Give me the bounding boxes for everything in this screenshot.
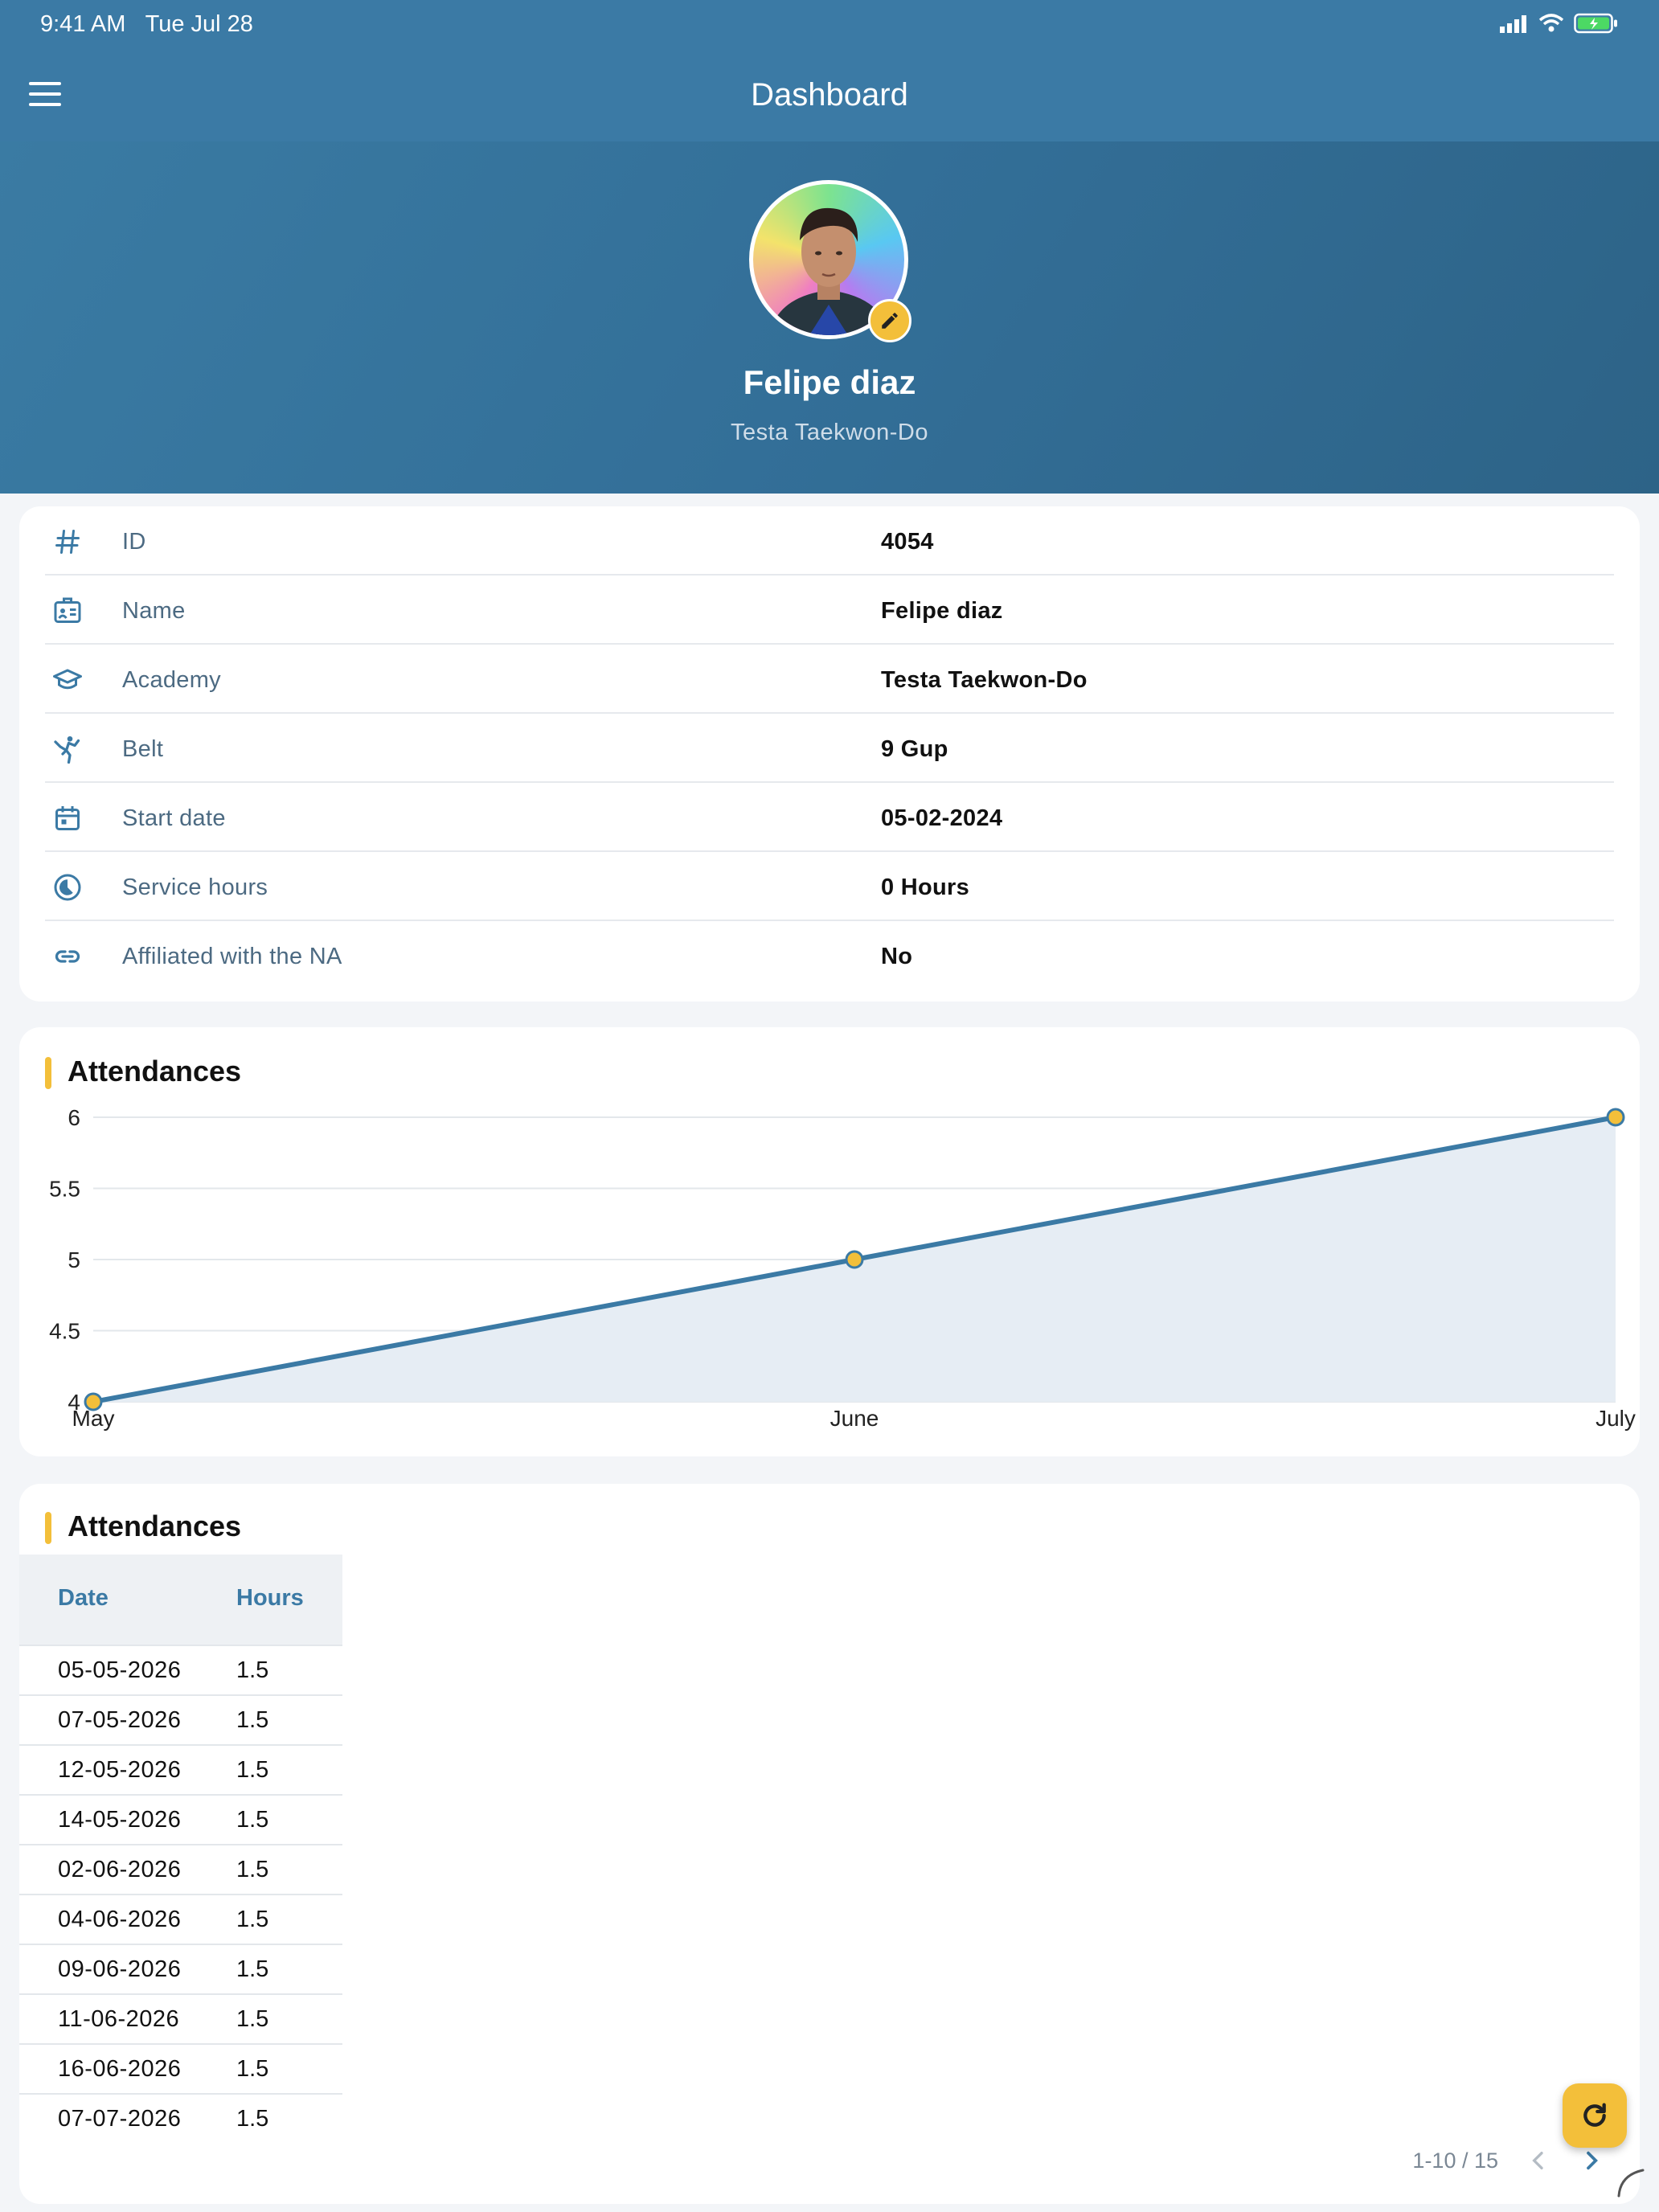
cell-hours: 1.5 [236,1757,269,1783]
data-point [1606,1108,1625,1127]
info-row-start-date: Start date 05-02-2024 [45,783,1614,852]
resize-handle-icon[interactable] [1614,2165,1646,2198]
attendance-chart-card: Attendances 4 4.5 5 5.5 6 May June July [19,1027,1640,1456]
cell-date: 02-06-2026 [58,1857,182,1882]
info-value: 4054 [881,529,934,555]
info-label: Start date [122,805,226,831]
cell-date: 16-06-2026 [58,2056,182,2082]
y-tick-label: 4.5 [49,1319,80,1344]
info-label: Belt [122,736,164,762]
info-value: Felipe diaz [881,598,1003,624]
info-row-name: Name Felipe diaz [45,576,1614,645]
info-value: 05-02-2024 [881,805,1003,831]
cell-date: 07-07-2026 [58,2106,182,2132]
pagination-range: 1-10 / 15 [1412,2148,1498,2173]
cell-hours: 1.5 [236,1807,269,1833]
column-header-date[interactable]: Date [58,1585,109,1612]
calendar-icon [55,806,80,830]
cell-date: 04-06-2026 [58,1907,182,1932]
table-row[interactable]: 16-06-2026 1.5 [19,2045,342,2095]
cell-date: 14-05-2026 [58,1807,182,1833]
cell-hours: 1.5 [236,1707,269,1733]
chevron-left-icon[interactable] [1526,2148,1551,2173]
refresh-icon [1583,2103,1606,2127]
page-title: Dashboard [751,77,908,113]
info-label: Service hours [122,875,268,900]
table-row[interactable]: 09-06-2026 1.5 [19,1945,342,1995]
clock-pie-icon [54,874,81,901]
cell-hours: 1.5 [236,1956,269,1982]
clock-time: 9:41 AM [40,11,126,37]
attendance-line-chart: 44.555.56May June July [49,1105,1636,1431]
status-bar: 9:41 AM Tue Jul 28 [0,0,1659,51]
y-tick-label: 6 [68,1105,80,1130]
info-value: 9 Gup [881,736,948,762]
column-header-hours[interactable]: Hours [236,1585,304,1612]
cell-date: 07-05-2026 [58,1707,182,1733]
wifi-icon [1538,14,1564,32]
y-tick-label: 5.5 [49,1177,80,1202]
y-tick-label: 5 [68,1247,80,1272]
cell-hours: 1.5 [236,1907,269,1932]
data-point [845,1250,864,1269]
profile-name: Felipe diaz [743,363,916,401]
info-label: Academy [122,667,221,693]
table-title: Attendances [45,1509,242,1545]
table-row[interactable]: 07-05-2026 1.5 [19,1696,342,1746]
attendance-table: Date Hours 05-05-2026 1.5 07-05-2026 1.5 1… [19,1555,342,2143]
hash-icon [55,530,80,554]
info-row-affiliated: Affiliated with the NA No [45,921,1614,990]
table-row[interactable]: 04-06-2026 1.5 [19,1895,342,1945]
graduation-cap-icon [53,669,82,690]
info-row-service-hours: Service hours 0 Hours [45,852,1614,921]
table-title-text: Attendances [68,1509,242,1542]
table-header: Date Hours [19,1555,342,1646]
info-value: 0 Hours [881,875,970,900]
martial-arts-kick-icon [54,735,80,764]
attendance-table-card: Attendances Date Hours 05-05-2026 1.5 07-… [19,1484,1640,2204]
profile-academy: Testa Taekwon-Do [730,420,929,445]
status-time: 9:41 AM Tue Jul 28 [40,11,253,38]
refresh-button[interactable] [1563,2083,1627,2148]
student-info-card: ID 4054 Name Felipe diaz Academy Testa T… [19,506,1640,1002]
info-row-academy: Academy Testa Taekwon-Do [45,645,1614,714]
cell-date: 05-05-2026 [58,1657,182,1683]
status-icons [1500,13,1619,34]
cell-date: 09-06-2026 [58,1956,182,1982]
signal-icon [1500,15,1526,33]
cell-date: 11-06-2026 [58,2006,180,2032]
battery-icon [1574,13,1617,34]
cell-date: 12-05-2026 [58,1757,182,1783]
info-row-id: ID 4054 [45,506,1614,576]
info-label: ID [122,529,146,555]
cell-hours: 1.5 [236,2006,269,2032]
info-value: Testa Taekwon-Do [881,667,1088,693]
table-row[interactable]: 12-05-2026 1.5 [19,1746,342,1796]
cell-hours: 1.5 [236,2056,269,2082]
info-row-belt: Belt 9 Gup [45,714,1614,783]
info-value: No [881,944,913,969]
x-tick-label: July [1596,1406,1636,1431]
table-row[interactable]: 11-06-2026 1.5 [19,1995,342,2045]
id-card-icon [54,597,81,623]
table-row[interactable]: 02-06-2026 1.5 [19,1845,342,1895]
info-label: Name [122,598,186,624]
app-bar: Dashboard [0,51,1659,141]
cell-hours: 1.5 [236,1657,269,1683]
chevron-right-icon[interactable] [1579,2148,1604,2173]
link-icon [55,950,80,963]
pencil-icon[interactable] [868,299,911,342]
profile-header: Felipe diaz Testa Taekwon-Do [0,141,1659,494]
table-row[interactable]: 14-05-2026 1.5 [19,1796,342,1845]
cell-hours: 1.5 [236,2106,269,2132]
pagination: 1-10 / 15 [1412,2148,1604,2173]
info-label: Affiliated with the NA [122,944,342,969]
cell-hours: 1.5 [236,1857,269,1882]
x-tick-label: June [830,1406,879,1431]
x-tick-label: May [72,1406,115,1431]
table-row[interactable]: 05-05-2026 1.5 [19,1646,342,1696]
clock-date: Tue Jul 28 [145,11,253,37]
title-accent-bar [45,1512,51,1545]
table-row[interactable]: 07-07-2026 1.5 [19,2095,342,2143]
